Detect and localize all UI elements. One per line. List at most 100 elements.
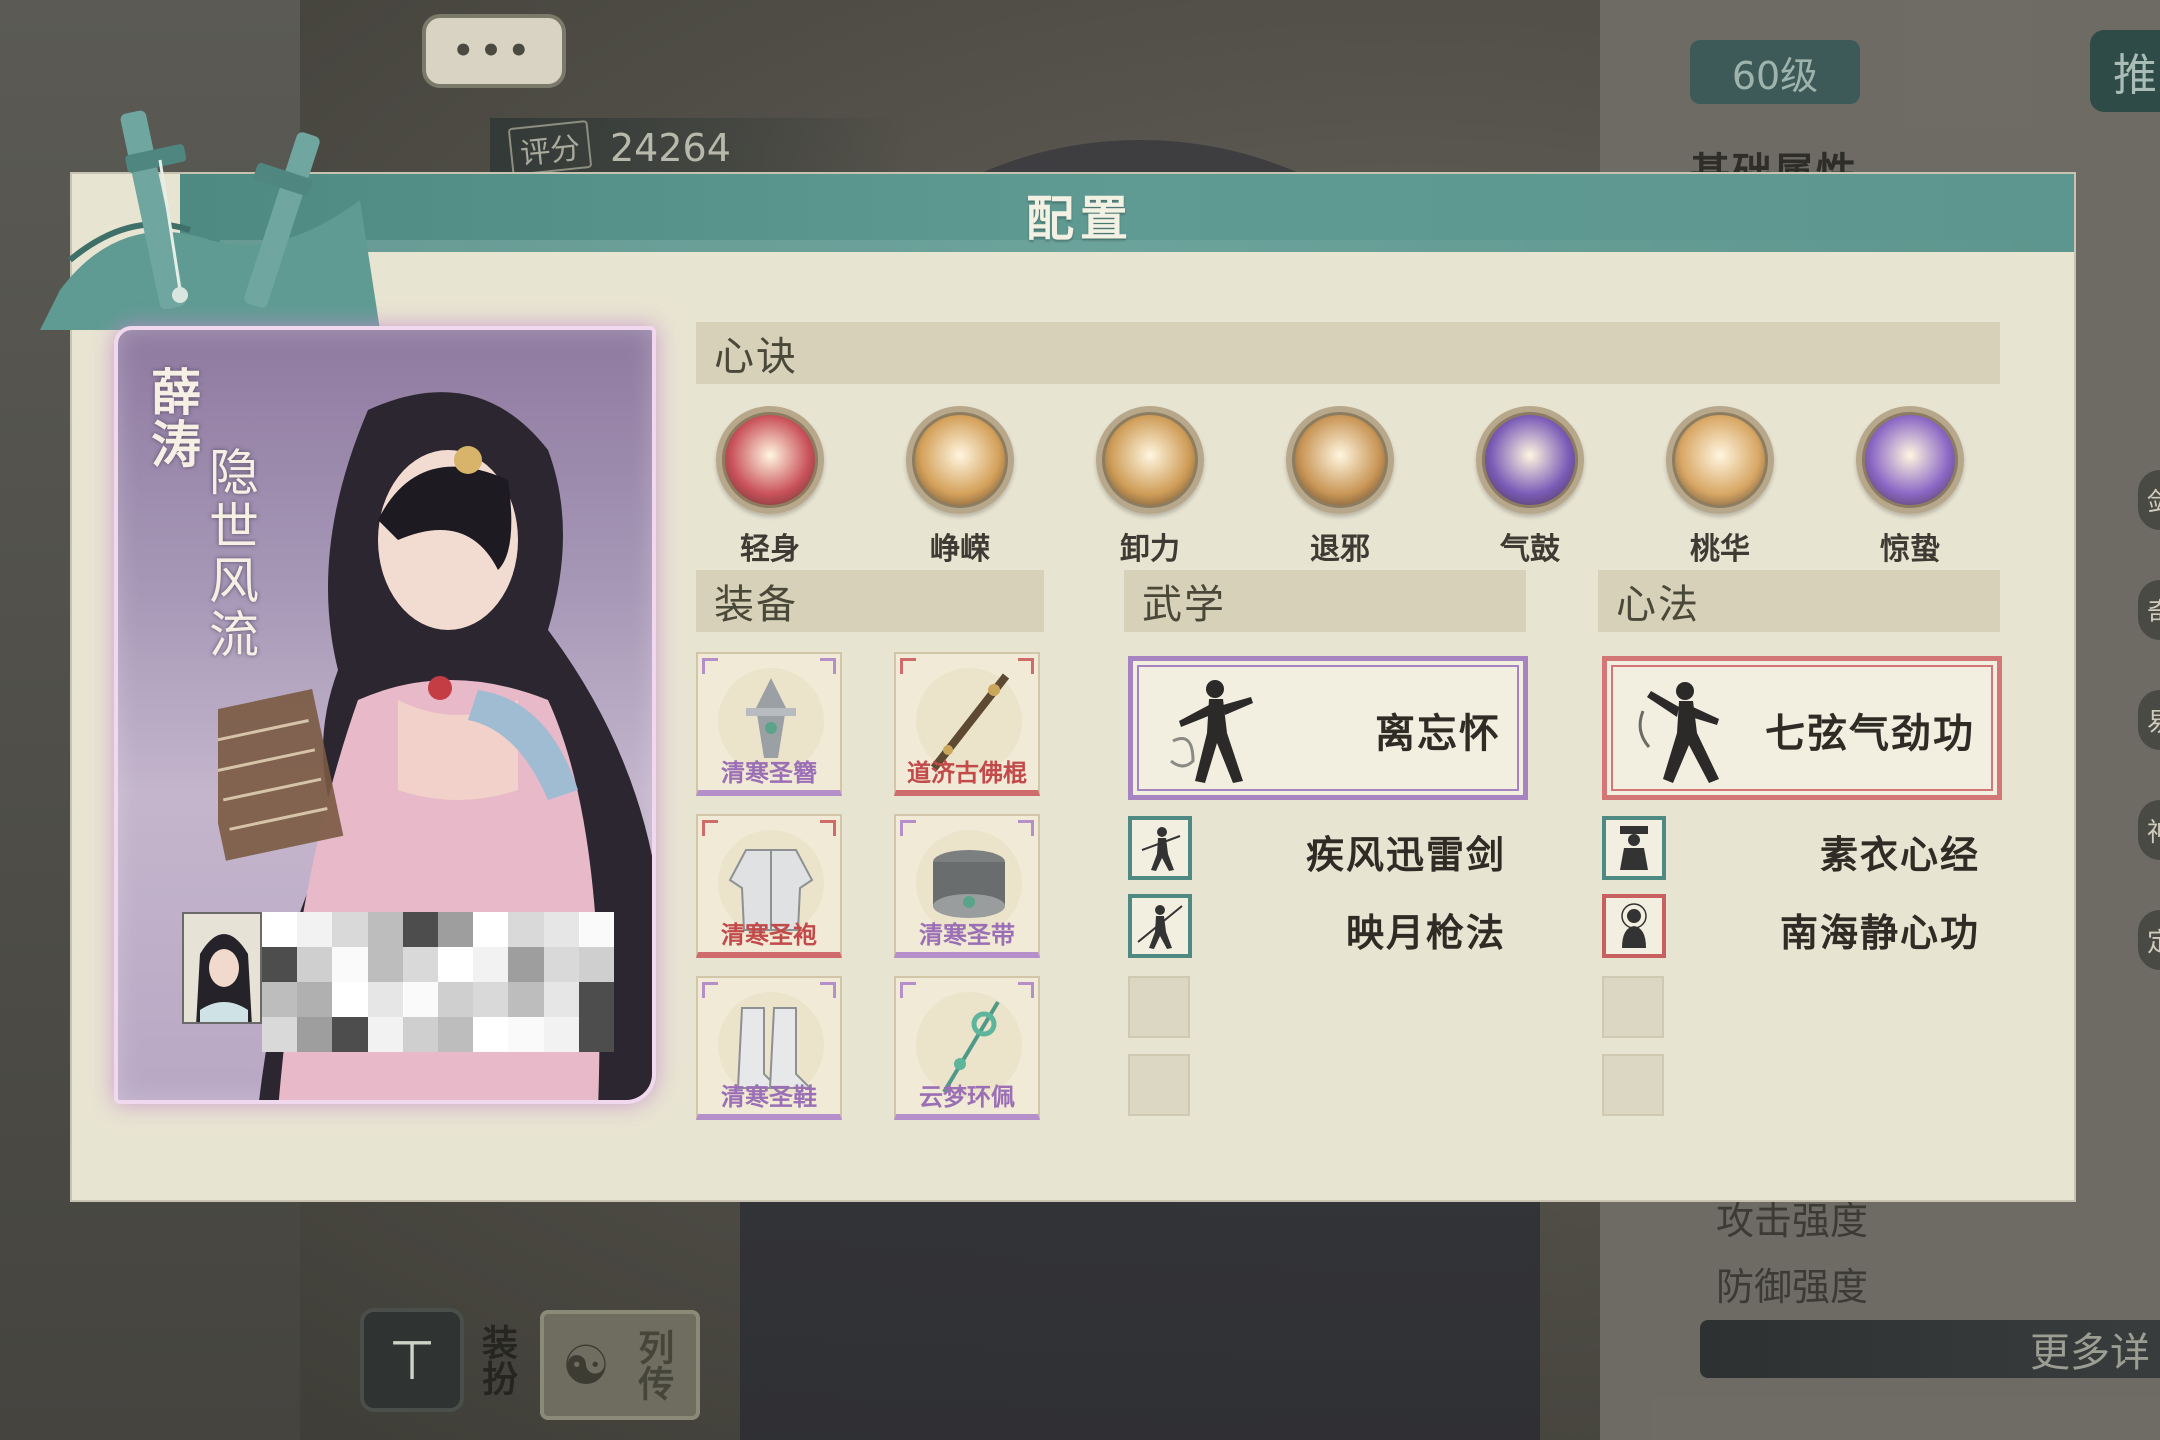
side-tab-4[interactable]: 神: [2138, 800, 2160, 860]
xinfa-empty-slot-1[interactable]: [1602, 976, 1664, 1038]
score-bar: 评分 24264: [490, 118, 910, 178]
xinjue-item-2[interactable]: 峥嵘: [890, 406, 1030, 567]
mosaic-tile: [543, 982, 579, 1017]
xinjue-item-4[interactable]: 退邪: [1270, 406, 1410, 567]
xinfa-main-name: 七弦气劲功: [1765, 711, 1975, 757]
biography-label: 列传: [632, 1329, 674, 1401]
xinjue-item-6[interactable]: 桃华: [1650, 406, 1790, 567]
mosaic-tile: [262, 1017, 298, 1052]
equipment-name: 清寒圣鞋: [721, 1083, 817, 1111]
martial-section-header: 武学: [1124, 570, 1526, 632]
equipment-name: 云梦环佩: [919, 1083, 1015, 1111]
biography-button[interactable]: ☯ 列传: [540, 1310, 700, 1420]
xinjue-item-5[interactable]: 气鼓: [1460, 406, 1600, 567]
martial-empty-slot-2[interactable]: [1128, 1054, 1190, 1116]
xinjue-label: 桃华: [1690, 532, 1750, 567]
mosaic-tile: [578, 1017, 614, 1052]
mosaic-tile: [297, 982, 333, 1017]
mosaic-tile: [297, 1017, 333, 1052]
mosaic-tile: [578, 912, 614, 947]
martial-sub-skill-2[interactable]: 映月枪法: [1128, 894, 1528, 958]
mosaic-tile: [367, 1017, 403, 1052]
sword-stance-icon: [1128, 816, 1192, 880]
dress-up-button[interactable]: ⊤ 装扮: [360, 1300, 530, 1420]
mosaic-tile: [262, 982, 298, 1017]
side-tab-3[interactable]: 易: [2138, 690, 2160, 750]
mosaic-tile: [367, 982, 403, 1017]
spear-stance-icon: [1128, 894, 1192, 958]
xinfa-sub-skill-1[interactable]: 素衣心经: [1602, 816, 2002, 880]
equipment-slot-4[interactable]: 清寒圣带: [894, 814, 1040, 958]
avatar-portrait-icon: [184, 914, 260, 1022]
mosaic-tile: [578, 982, 614, 1017]
player-name-mosaic: [262, 912, 614, 1052]
mosaic-tile: [473, 982, 509, 1017]
character-title: 隐世风流: [201, 446, 259, 662]
side-tab-1[interactable]: 剑: [2138, 470, 2160, 530]
scholar-figure-icon: [1602, 816, 1666, 880]
mosaic-tile: [332, 912, 368, 947]
xinjue-section-header: 心诀: [696, 322, 2000, 384]
martial-empty-slot-1[interactable]: [1128, 976, 1190, 1038]
mosaic-tile: [262, 947, 298, 982]
swords-ornament-icon: [40, 110, 380, 330]
martial-sub-skill-1[interactable]: 疾风迅雷剑: [1128, 816, 1528, 880]
mosaic-tile: [438, 947, 474, 982]
xinjue-emblem-icon: [1286, 406, 1394, 514]
mosaic-tile: [402, 912, 438, 947]
mosaic-tile: [508, 912, 544, 947]
portrait-icon: ☯: [561, 1333, 611, 1397]
xinjue-label: 退邪: [1310, 532, 1370, 567]
mosaic-tile: [543, 947, 579, 982]
equipment-slot-2[interactable]: 道济古佛棍: [894, 652, 1040, 796]
xinjue-emblem-icon: [906, 406, 1014, 514]
mosaic-tile: [438, 1017, 474, 1052]
chat-bubble-button[interactable]: •••: [422, 14, 566, 88]
mosaic-tile: [543, 1017, 579, 1052]
mosaic-tile: [332, 982, 368, 1017]
equipment-name: 清寒圣袍: [721, 921, 817, 949]
qigong-pose-icon: [1638, 682, 1719, 783]
xinjue-label: 轻身: [740, 532, 800, 567]
equipment-slot-3[interactable]: 清寒圣袍: [696, 814, 842, 958]
equipment-section-header: 装备: [696, 570, 1044, 632]
mosaic-tile: [332, 1017, 368, 1052]
modal-title: 配置: [1025, 191, 1134, 247]
equipment-slot-5[interactable]: 清寒圣鞋: [696, 976, 842, 1120]
mosaic-tile: [508, 1017, 544, 1052]
xinfa-empty-slot-2[interactable]: [1602, 1054, 1664, 1116]
side-tab-5[interactable]: 定: [2138, 910, 2160, 970]
xinjue-emblem-icon: [1856, 406, 1964, 514]
recommend-button[interactable]: 推: [2090, 30, 2160, 112]
equipment-slot-6[interactable]: 云梦环佩: [894, 976, 1040, 1120]
mosaic-tile: [508, 982, 544, 1017]
xinjue-item-1[interactable]: 轻身: [700, 406, 840, 567]
equipment-name: 清寒圣带: [919, 921, 1015, 949]
xinjue-emblem-icon: [1096, 406, 1204, 514]
side-tab-2[interactable]: 奇: [2138, 580, 2160, 640]
mosaic-tile: [473, 912, 509, 947]
mosaic-tile: [438, 982, 474, 1017]
equipment-name: 道济古佛棍: [907, 759, 1027, 787]
martial-main-skill[interactable]: 离忘怀: [1128, 656, 1528, 800]
mosaic-tile: [473, 1017, 509, 1052]
wardrobe-icon: ⊤: [360, 1308, 464, 1412]
more-details-button[interactable]: 更多详: [1700, 1320, 2160, 1378]
score-value: 24264: [610, 126, 731, 170]
xinjue-item-3[interactable]: 卸力: [1080, 406, 1220, 567]
mosaic-tile: [543, 912, 579, 947]
mosaic-tile: [438, 912, 474, 947]
xinjue-emblem-icon: [716, 406, 824, 514]
xinjue-label: 气鼓: [1500, 532, 1560, 567]
mosaic-tile: [332, 947, 368, 982]
equipment-slot-1[interactable]: 清寒圣簪: [696, 652, 842, 796]
xinjue-emblem-icon: [1666, 406, 1774, 514]
mosaic-tile: [297, 947, 333, 982]
xinfa-main-skill[interactable]: 七弦气劲功: [1602, 656, 2002, 800]
buddha-figure-icon: [1602, 894, 1666, 958]
mosaic-tile: [402, 1017, 438, 1052]
xinfa-sub-name-2: 南海静心功: [1779, 911, 1980, 955]
mosaic-tile: [262, 912, 298, 947]
xinjue-item-7[interactable]: 惊蛰: [1840, 406, 1980, 567]
xinfa-sub-skill-2[interactable]: 南海静心功: [1602, 894, 2002, 958]
